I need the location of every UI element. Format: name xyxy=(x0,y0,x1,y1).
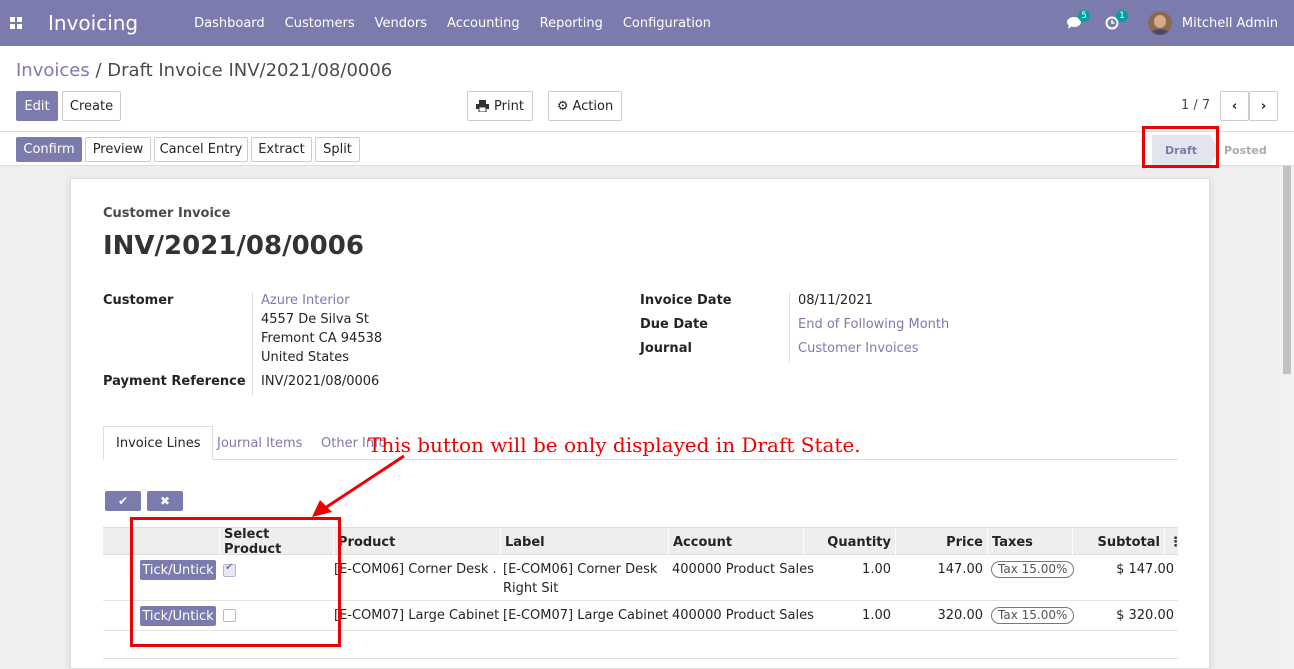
action-label: Action xyxy=(572,98,614,114)
activities-badge: 1 xyxy=(1116,10,1128,22)
column-header-label[interactable]: Label xyxy=(500,528,668,556)
stage-posted[interactable]: Posted xyxy=(1224,135,1267,166)
due-date-label: Due Date xyxy=(640,317,708,332)
pager-value[interactable]: 1 / 7 xyxy=(1181,98,1210,113)
customer-name-link[interactable]: Azure Interior xyxy=(261,293,350,308)
extract-button[interactable]: Extract xyxy=(251,137,312,162)
invoice-number: INV/2021/08/0006 xyxy=(103,231,364,261)
payment-reference-value: INV/2021/08/0006 xyxy=(261,374,380,389)
pager-next-button[interactable]: › xyxy=(1249,91,1278,121)
quantity-cell[interactable]: 1.00 xyxy=(803,560,891,579)
deselect-all-button[interactable]: ✖ xyxy=(147,491,183,511)
account-cell[interactable]: 400000 Product Sales xyxy=(672,606,814,625)
column-header-subtotal[interactable]: Subtotal xyxy=(1072,528,1164,556)
subtotal-cell: $ 147.00 xyxy=(1116,562,1174,577)
annotation-arrow xyxy=(312,454,405,517)
product-cell[interactable]: [E-COM06] Corner Desk ... xyxy=(334,560,497,579)
price-cell[interactable]: 320.00 xyxy=(895,606,984,625)
control-panel: Invoices / Draft Invoice INV/2021/08/000… xyxy=(0,46,1294,168)
messages-badge: 5 xyxy=(1078,10,1090,22)
draft-highlight-box xyxy=(1142,126,1219,168)
chevron-right-icon: › xyxy=(1260,98,1267,114)
journal-label: Journal xyxy=(640,341,692,356)
menu-configuration[interactable]: Configuration xyxy=(613,16,721,31)
address-line-3: United States xyxy=(261,350,350,365)
label-cell-line1[interactable]: [E-COM06] Corner Desk xyxy=(503,560,657,579)
invoice-date-label: Invoice Date xyxy=(640,293,732,308)
status-bar: Confirm Preview Cancel Entry Extract Spl… xyxy=(0,131,1294,166)
confirm-button[interactable]: Confirm xyxy=(16,137,82,162)
preview-button[interactable]: Preview xyxy=(85,137,151,162)
check-icon: ✔ xyxy=(117,494,129,508)
menu-accounting[interactable]: Accounting xyxy=(437,16,530,31)
create-button[interactable]: Create xyxy=(62,91,121,121)
annotation-text: This button will be only displayed in Dr… xyxy=(368,433,861,457)
due-date-value[interactable]: End of Following Month xyxy=(798,317,949,332)
breadcrumb-invoices[interactable]: Invoices xyxy=(16,60,90,81)
tab-invoice-lines[interactable]: Invoice Lines xyxy=(103,426,214,460)
print-label: Print xyxy=(494,98,524,114)
invoice-date-value: 08/11/2021 xyxy=(798,293,873,308)
kebab-menu-icon: ⋮ xyxy=(1169,534,1182,550)
action-button[interactable]: ⚙ Action xyxy=(548,91,622,121)
user-menu[interactable]: Mitchell Admin xyxy=(1182,16,1278,31)
activities-button[interactable]: 1 xyxy=(1098,10,1128,33)
account-cell[interactable]: 400000 Product Sales xyxy=(672,560,814,579)
customer-label: Customer xyxy=(103,293,174,308)
select-all-button[interactable]: ✔ xyxy=(105,491,141,511)
scrollbar-thumb[interactable] xyxy=(1283,166,1291,374)
price-cell[interactable]: 147.00 xyxy=(895,560,984,579)
edit-button[interactable]: Edit xyxy=(16,91,58,121)
user-avatar[interactable] xyxy=(1147,11,1172,35)
split-button[interactable]: Split xyxy=(315,137,360,162)
gear-icon: ⚙ xyxy=(556,98,569,114)
chevron-left-icon: ‹ xyxy=(1231,98,1238,114)
column-header-product[interactable]: Product xyxy=(333,528,500,556)
column-header-price[interactable]: Price xyxy=(895,528,987,556)
messages-button[interactable]: 5 xyxy=(1060,10,1090,33)
address-line-2: Fremont CA 94538 xyxy=(261,331,383,346)
address-line-1: 4557 De Silva St xyxy=(261,312,369,327)
menu-reporting[interactable]: Reporting xyxy=(530,16,613,31)
menu-dashboard[interactable]: Dashboard xyxy=(184,16,275,31)
label-cell-line2[interactable]: Right Sit xyxy=(503,579,558,598)
app-title[interactable]: Invoicing xyxy=(48,11,138,35)
label-cell-line1[interactable]: [E-COM07] Large Cabinet xyxy=(503,606,668,625)
menu-vendors[interactable]: Vendors xyxy=(365,16,437,31)
tab-journal-items[interactable]: Journal Items xyxy=(205,426,314,460)
field-divider xyxy=(789,292,790,363)
subtotal-cell: $ 320.00 xyxy=(1116,608,1174,623)
optional-columns-toggle[interactable]: ⋮ xyxy=(1164,528,1182,556)
breadcrumb-separator: / xyxy=(95,60,102,81)
top-navbar: Invoicing Dashboard Customers Vendors Ac… xyxy=(0,0,1294,46)
tax-badge[interactable]: Tax 15.00% xyxy=(991,561,1075,578)
field-divider xyxy=(252,292,253,396)
tax-badge[interactable]: Tax 15.00% xyxy=(991,607,1075,624)
journal-value[interactable]: Customer Invoices xyxy=(798,341,919,356)
pager-previous-button[interactable]: ‹ xyxy=(1220,91,1249,121)
column-header-account[interactable]: Account xyxy=(668,528,803,556)
quantity-cell[interactable]: 1.00 xyxy=(803,606,891,625)
menu-customers[interactable]: Customers xyxy=(275,16,365,31)
breadcrumb: Invoices / Draft Invoice INV/2021/08/000… xyxy=(16,60,392,81)
scrollbar[interactable] xyxy=(1280,166,1294,669)
select-product-highlight-box xyxy=(130,517,341,647)
document-type: Customer Invoice xyxy=(103,206,231,221)
cancel-entry-button[interactable]: Cancel Entry xyxy=(154,137,248,162)
print-icon xyxy=(476,100,490,112)
print-button[interactable]: Print xyxy=(467,91,533,121)
breadcrumb-current: Draft Invoice INV/2021/08/0006 xyxy=(107,60,393,81)
payment-reference-label: Payment Reference xyxy=(103,374,246,389)
column-header-quantity[interactable]: Quantity xyxy=(803,528,895,556)
apps-menu-icon[interactable] xyxy=(0,0,32,46)
close-icon: ✖ xyxy=(159,494,171,508)
product-cell[interactable]: [E-COM07] Large Cabinet xyxy=(334,606,499,625)
column-header-taxes[interactable]: Taxes xyxy=(987,528,1072,556)
